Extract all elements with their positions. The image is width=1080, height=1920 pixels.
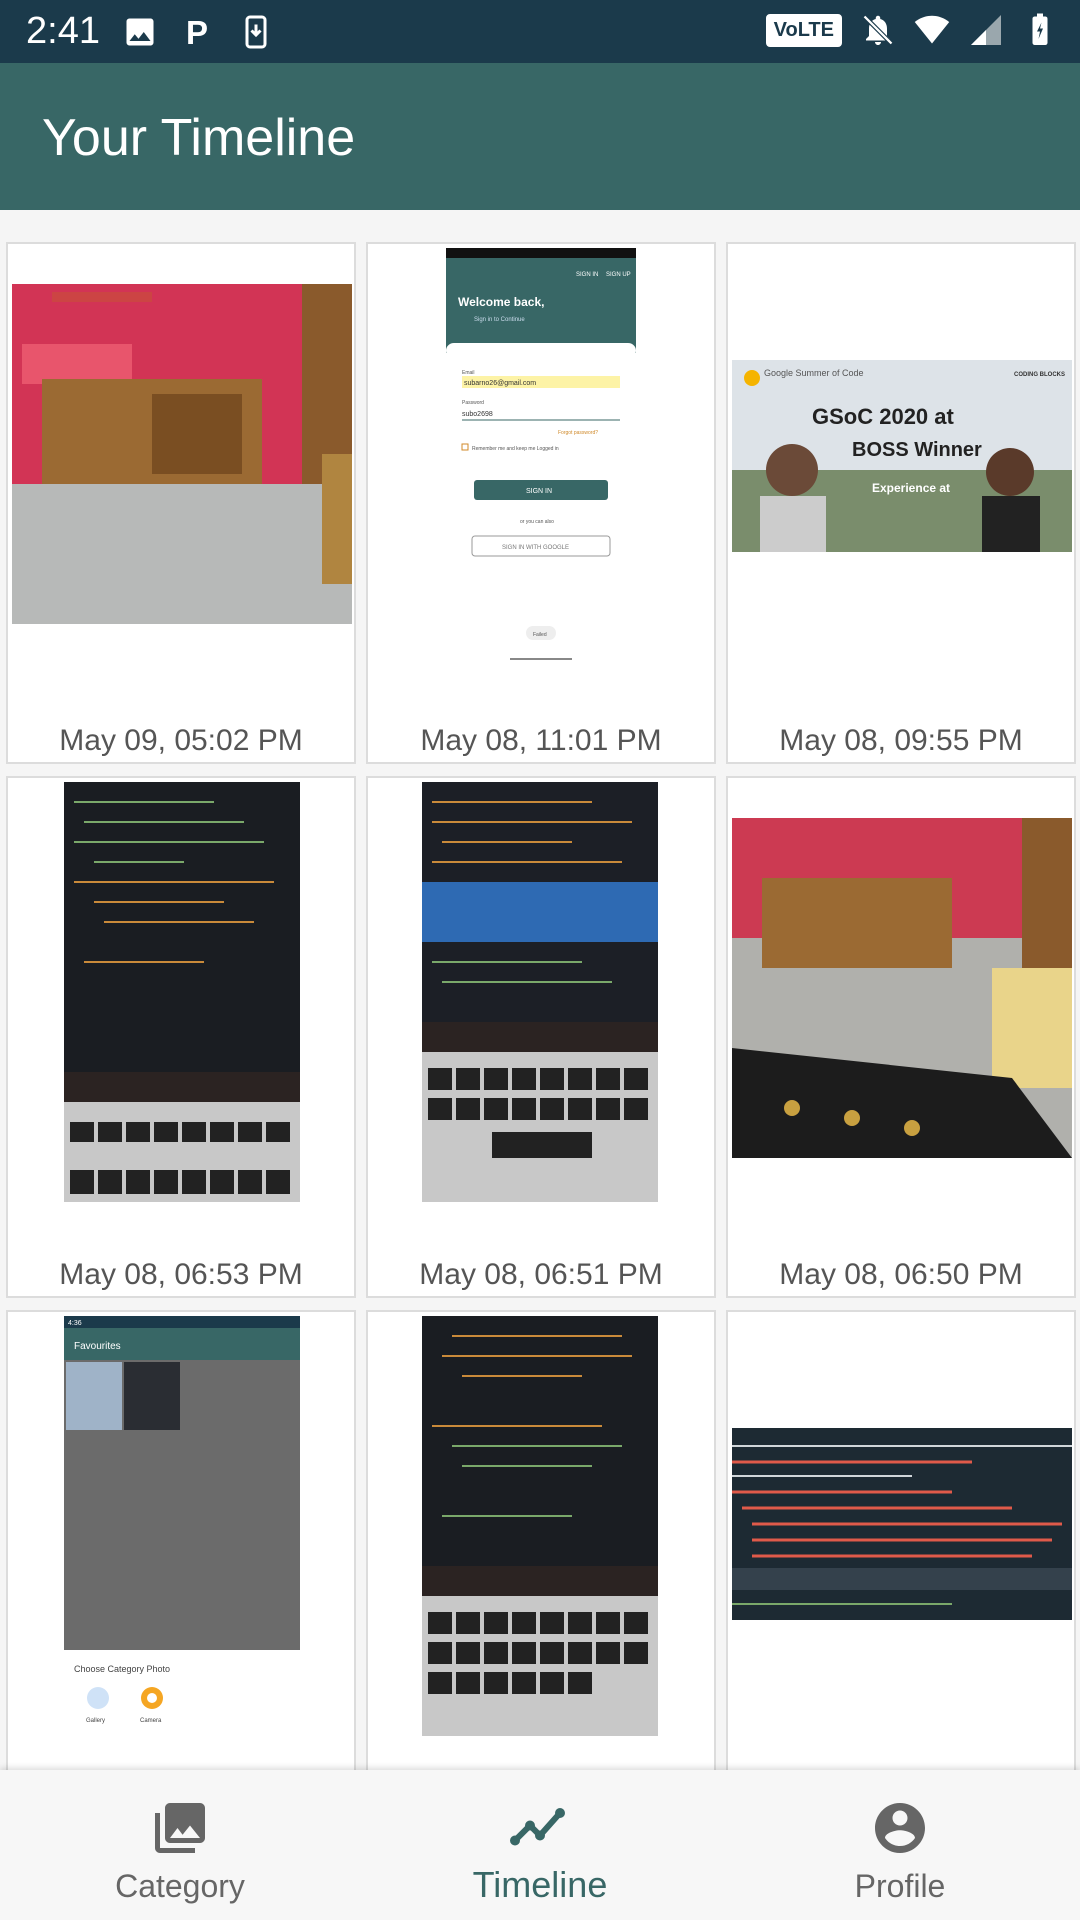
sc-email: subarno26@gmail.com bbox=[464, 380, 536, 387]
battery-icon bbox=[1032, 13, 1048, 45]
photo-date: May 08, 06:50 PM bbox=[779, 1258, 1023, 1291]
nav-label-category: Category bbox=[115, 1868, 245, 1904]
photo-grid: May 09, 05:02 PM SIGN IN SIGN UP Welcome… bbox=[0, 210, 1080, 1832]
nav-label-profile: Profile bbox=[854, 1868, 946, 1904]
nav-item-profile[interactable]: Profile bbox=[720, 1770, 1080, 1920]
photo-card[interactable] bbox=[726, 1310, 1076, 1832]
room-photo bbox=[12, 284, 352, 624]
photo-card[interactable]: SIGN IN SIGN UP Welcome back, Sign in to… bbox=[366, 242, 716, 764]
sc-fav-title: Favourites bbox=[74, 1341, 121, 1352]
laptop-code-photo bbox=[422, 782, 658, 1202]
wifi-icon bbox=[914, 15, 950, 44]
login-screenshot: SIGN IN SIGN UP Welcome back, Sign in to… bbox=[446, 248, 636, 668]
gsoc-sub: BOSS Winner bbox=[852, 439, 982, 461]
sc-password-label: Password bbox=[462, 400, 484, 406]
photo-card[interactable] bbox=[366, 1310, 716, 1832]
status-bar: 2:41 P VoLTE bbox=[0, 0, 1080, 63]
sc-signin-btn: SIGN IN bbox=[526, 488, 552, 495]
sc-google: SIGN IN WITH GOOGLE bbox=[502, 545, 569, 551]
timeline-icon bbox=[510, 1808, 565, 1846]
photo-date: May 09, 05:02 PM bbox=[59, 724, 303, 757]
nav-item-category[interactable]: Category bbox=[0, 1770, 360, 1920]
sc-remember: Remember me and keep me Logged in bbox=[472, 446, 559, 452]
photo-card[interactable]: Google Summer of Code CODING BLOCKS GSoC… bbox=[726, 242, 1076, 764]
gsoc-banner: Google Summer of Code CODING BLOCKS GSoC… bbox=[732, 360, 1072, 552]
laptop-code-photo bbox=[422, 1316, 658, 1736]
sc-fav-time: 4:36 bbox=[68, 1320, 82, 1327]
sc-failed: Failed bbox=[533, 632, 547, 638]
photo-card[interactable]: May 09, 05:02 PM bbox=[6, 242, 356, 764]
laptop-code-photo bbox=[64, 782, 300, 1202]
photo-card[interactable]: 4:36 Favourites Choose Category Photo Ga… bbox=[6, 1310, 356, 1832]
sc-gallery: Gallery bbox=[86, 1718, 105, 1724]
gsoc-title: GSoC 2020 at bbox=[812, 404, 955, 429]
bottom-navigation: Category Timeline Profile bbox=[0, 1770, 1080, 1920]
photo-card[interactable]: May 08, 06:50 PM bbox=[726, 776, 1076, 1298]
image-icon bbox=[126, 18, 154, 46]
coding-blocks: CODING BLOCKS bbox=[1014, 372, 1065, 378]
app-bar: Your Timeline bbox=[0, 63, 1080, 210]
sc-welcome: Welcome back, bbox=[458, 295, 544, 309]
favourites-screenshot: 4:36 Favourites Choose Category Photo Ga… bbox=[64, 1316, 300, 1736]
room-photo bbox=[732, 818, 1072, 1158]
sc-signin-sub: Sign in to Continue bbox=[474, 317, 525, 323]
p-app-icon: P bbox=[186, 14, 208, 50]
sc-camera: Camera bbox=[140, 1718, 162, 1724]
sc-email-label: Email bbox=[462, 370, 475, 376]
download-icon bbox=[245, 15, 267, 49]
account-circle-icon bbox=[875, 1803, 925, 1853]
photo-card[interactable]: May 08, 06:51 PM bbox=[366, 776, 716, 1298]
photo-card[interactable]: May 08, 06:53 PM bbox=[6, 776, 356, 1298]
nav-item-timeline[interactable]: Timeline bbox=[360, 1770, 720, 1920]
nav-label-timeline: Timeline bbox=[472, 1864, 608, 1905]
sc-choose: Choose Category Photo bbox=[74, 1664, 170, 1674]
gsoc-exp: Experience at bbox=[872, 481, 950, 495]
sc-signup-tab: SIGN UP bbox=[606, 272, 631, 278]
sc-signin-tab: SIGN IN bbox=[576, 272, 598, 278]
volte-badge: VoLTE bbox=[765, 13, 842, 47]
photo-date: May 08, 09:55 PM bbox=[779, 724, 1023, 757]
photo-library-icon bbox=[155, 1803, 205, 1853]
sc-password: subo2698 bbox=[462, 411, 493, 418]
photo-date: May 08, 06:53 PM bbox=[59, 1258, 303, 1291]
sc-forgot: Forgot password? bbox=[558, 430, 598, 436]
page-title: Your Timeline bbox=[42, 109, 356, 167]
gsoc-org: Google Summer of Code bbox=[764, 368, 864, 378]
photo-date: May 08, 06:51 PM bbox=[419, 1258, 663, 1291]
status-time: 2:41 bbox=[26, 10, 100, 52]
signal-icon bbox=[971, 15, 1001, 45]
terminal-photo bbox=[732, 1428, 1072, 1620]
svg-text:P: P bbox=[186, 14, 208, 50]
mute-icon bbox=[862, 14, 894, 46]
photo-date: May 08, 11:01 PM bbox=[420, 724, 662, 757]
sc-or: or you can also bbox=[520, 519, 554, 525]
